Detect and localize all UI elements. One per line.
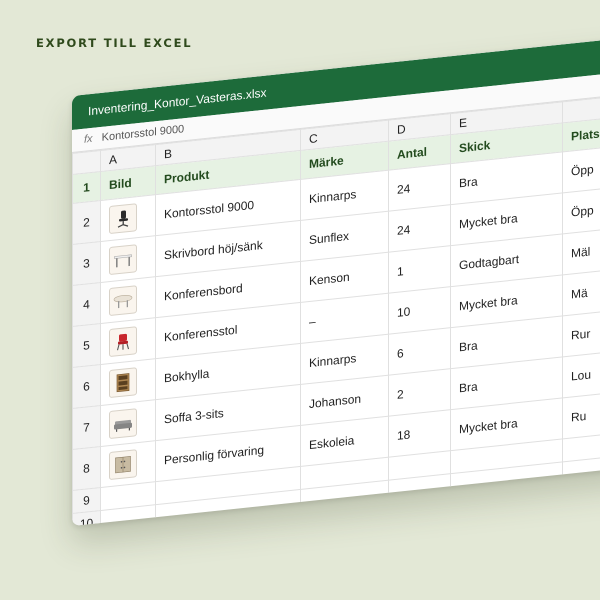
formula-content[interactable]: Kontorsstol 9000 xyxy=(102,123,185,144)
row-number[interactable]: 2 xyxy=(72,200,101,245)
image-cell[interactable] xyxy=(100,358,156,406)
image-cell[interactable] xyxy=(100,194,156,242)
office-chair-icon xyxy=(109,203,137,235)
antal-cell[interactable]: 1 xyxy=(388,245,451,294)
row-number[interactable]: 1 xyxy=(72,171,101,204)
image-cell[interactable] xyxy=(100,276,156,324)
row-number[interactable]: 3 xyxy=(72,241,101,286)
antal-cell[interactable]: 10 xyxy=(388,286,451,335)
image-cell[interactable] xyxy=(100,317,156,365)
row-number[interactable]: 4 xyxy=(72,282,101,327)
antal-cell[interactable]: 24 xyxy=(388,204,451,253)
fx-icon: fx xyxy=(84,132,93,146)
desk-icon xyxy=(109,244,137,276)
page-headline: EXPORT TILL EXCEL xyxy=(36,36,193,50)
row-number[interactable]: 6 xyxy=(72,364,101,409)
antal-cell[interactable]: 6 xyxy=(388,327,451,376)
conference-table-icon xyxy=(109,285,137,317)
antal-cell[interactable]: 24 xyxy=(388,163,451,212)
image-cell[interactable] xyxy=(100,399,156,447)
excel-window: Inventering_Kontor_Vasteras.xlsx fx Kont… xyxy=(72,32,600,526)
antal-cell[interactable]: 2 xyxy=(388,368,451,417)
sofa-icon xyxy=(109,408,137,440)
image-cell[interactable] xyxy=(100,440,156,488)
row-number[interactable]: 7 xyxy=(72,405,101,450)
row-number[interactable]: 5 xyxy=(72,323,101,368)
bookshelf-icon xyxy=(109,367,137,399)
spreadsheet-grid: A B C D E 1 Bild Produkt Märke Antal Ski… xyxy=(72,90,600,526)
antal-cell[interactable]: 18 xyxy=(388,409,451,458)
row-number[interactable]: 9 xyxy=(72,487,101,514)
locker-icon xyxy=(109,449,137,481)
red-chair-icon xyxy=(109,326,137,358)
image-cell[interactable] xyxy=(100,235,156,283)
row-number[interactable]: 8 xyxy=(72,446,101,491)
row-number[interactable]: 10 xyxy=(72,510,101,526)
